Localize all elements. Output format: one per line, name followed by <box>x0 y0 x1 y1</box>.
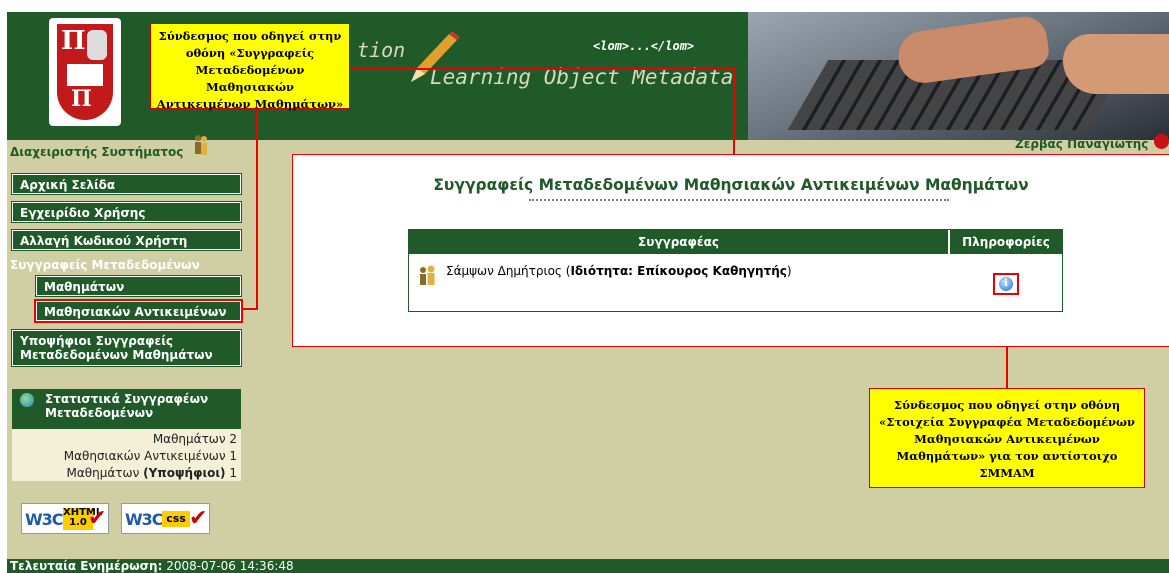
check-icon: ✔ <box>189 506 208 531</box>
sidebar-item-label: Μεταδεδομένων Μαθημάτων <box>20 348 213 362</box>
annotation-callout-bottom: Σύνδεσμος που οδηγεί στην οθόνη «Στοιχεί… <box>869 388 1145 488</box>
globe-icon <box>20 393 34 407</box>
stat-value: 1 <box>225 466 237 480</box>
footer-timestamp: 2008-07-06 14:36:48 <box>162 559 294 573</box>
stats-title: Μεταδεδομένων <box>45 406 154 420</box>
annotation-connector <box>350 68 735 70</box>
footer: Τελευταία Ενημέρωση: 2008-07-06 14:36:48 <box>7 559 1169 573</box>
footer-label: Τελευταία Ενημέρωση: <box>10 559 163 573</box>
user-name: Ζέρβας Παναγιώτης <box>1015 137 1149 151</box>
stats-panel: Μαθημάτων 2 Μαθησιακών Αντικειμένων 1 Μα… <box>12 429 241 481</box>
stat-label-bold: (Υποψήφιοι) <box>143 466 226 480</box>
admin-icon <box>195 135 207 155</box>
w3c-css-badge[interactable]: W3C css ✔ <box>121 503 210 534</box>
stat-candidates: Μαθημάτων (Υποψήφιοι) 1 <box>67 466 237 480</box>
header-photo <box>748 12 1169 140</box>
title-divider <box>529 199 949 201</box>
w3c-logo: W3C <box>25 510 64 529</box>
app-subtitle: tion <box>357 38 406 62</box>
author-entry: Σάμψων Δημήτριος (Ιδιότητα: Επίκουρος Κα… <box>446 264 792 278</box>
sidebar-item-label: Υποψήφιοι Συγγραφείς <box>20 334 173 348</box>
stats-title: Στατιστικά Συγγραφέων <box>45 392 209 406</box>
info-icon: i <box>999 277 1013 291</box>
annotation-callout-top: Σύνδεσμος που οδηγεί στην οθόνη «Συγγραφ… <box>150 23 350 111</box>
seal-icon: Π Π <box>57 24 113 120</box>
role-label: Διαχειριστής Συστήματος <box>10 145 184 159</box>
annotation-line: ΣΜΜΑΜ <box>979 466 1035 480</box>
author-close: ) <box>786 264 792 278</box>
hand-image <box>1063 34 1169 94</box>
sidebar-item-home[interactable]: Αρχική Σελίδα <box>11 173 242 195</box>
stats-header: Στατιστικά Συγγραφέων Μεταδεδομένων <box>12 389 241 429</box>
university-logo[interactable]: Π Π <box>49 18 121 126</box>
annotation-line: Μαθησιακών Αντικειμένων <box>914 432 1100 446</box>
column-header-info: Πληροφορίες <box>950 230 1062 254</box>
w3c-logo: W3C <box>125 510 164 529</box>
annotation-line: Μεταδεδομένων Μαθησιακών <box>195 63 305 94</box>
screenshot-canvas: Π Π tion Learning Object Metadata <lom>.… <box>0 0 1169 573</box>
sidebar-item-learning-objects[interactable]: Μαθησιακών Αντικειμένων <box>34 299 243 323</box>
main-panel: Συγγραφείς Μεταδεδομένων Μαθησιακών Αντι… <box>292 154 1169 347</box>
sidebar-item-change-password[interactable]: Αλλαγή Κωδικού Χρήστη <box>11 229 242 251</box>
sidebar-item-manual[interactable]: Εγχειρίδιο Χρήσης <box>11 201 242 223</box>
badge-label: css <box>162 511 190 527</box>
author-name: Σάμψων Δημήτριος ( <box>446 264 571 278</box>
annotation-line: Σύνδεσμος που οδηγεί στην <box>158 29 342 43</box>
stat-courses: Μαθημάτων 2 <box>152 432 237 446</box>
w3c-xhtml-badge[interactable]: W3C XHTML 1.0 ✔ <box>21 503 109 534</box>
column-header-author: Συγγραφέας <box>409 230 948 254</box>
author-icon <box>420 265 435 285</box>
stat-learning-objects: Μαθησιακών Αντικειμένων 1 <box>63 449 237 463</box>
authors-table: Συγγραφέας Πληροφορίες Σάμψων Δημήτριος … <box>408 229 1063 312</box>
author-role: Ιδιότητα: Επίκουρος Καθηγητής <box>570 264 787 278</box>
annotation-connector <box>733 68 735 154</box>
annotation-connector <box>239 308 258 310</box>
annotation-connector <box>256 109 258 309</box>
info-button[interactable]: i <box>993 273 1019 295</box>
sidebar-section-label: Συγγραφείς Μεταδεδομένων <box>10 258 200 272</box>
annotation-line: «Στοιχεία Συγγραφέα Μεταδεδομένων <box>879 415 1135 429</box>
annotation-line: Μαθημάτων» για τον αντίστοιχο <box>896 449 1118 463</box>
app-window: Π Π tion Learning Object Metadata <lom>.… <box>7 12 1169 573</box>
logout-icon[interactable] <box>1154 134 1169 149</box>
sidebar-item-courses[interactable]: Μαθημάτων <box>35 275 242 297</box>
annotation-line: οθόνη «Συγγραφείς <box>185 46 315 60</box>
sidebar-item-candidates[interactable]: Υποψήφιοι Συγγραφείς Μεταδεδομένων Μαθημ… <box>11 329 242 367</box>
annotation-line: Σύνδεσμος που οδηγεί στην οθόνη <box>893 398 1121 412</box>
annotation-line: Αντικειμένων Μαθημάτων» <box>156 97 344 111</box>
stat-label: Μαθημάτων <box>66 466 144 480</box>
page-title: Συγγραφείς Μεταδεδομένων Μαθησιακών Αντι… <box>433 176 1029 194</box>
check-icon: ✔ <box>88 506 107 531</box>
lom-tag: <lom>...</lom> <box>593 39 695 53</box>
